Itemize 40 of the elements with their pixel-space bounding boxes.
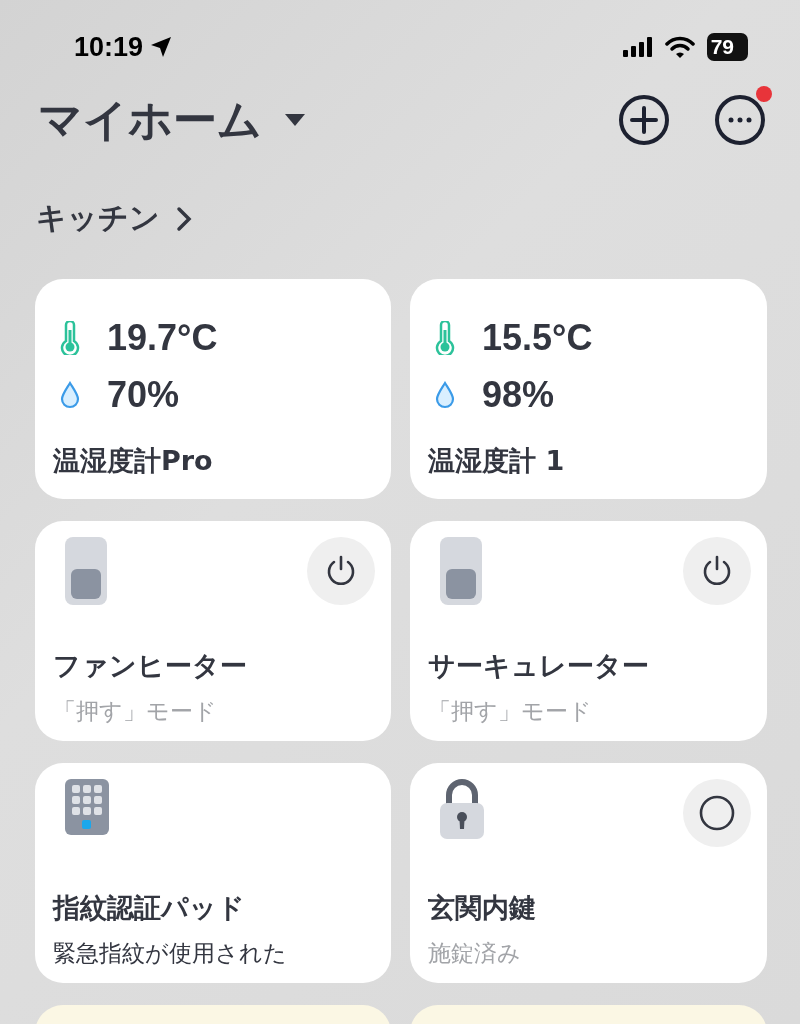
circle-icon (698, 794, 736, 832)
more-icon[interactable] (714, 94, 766, 146)
device-card[interactable]: ファンヒーター 「押す」モード (35, 521, 391, 741)
thermometer-icon (59, 320, 81, 355)
keypad-icon (65, 779, 109, 835)
temperature-reading: 19.7°C (107, 316, 218, 359)
device-card[interactable]: 玄関内鍵 施錠済み (410, 763, 767, 983)
device-card[interactable]: 15.5°C 98% 温湿度計 1 (410, 279, 767, 499)
humidity-reading: 98% (482, 373, 555, 416)
clock-time: 10:19 (74, 31, 144, 63)
device-status: 施錠済み (428, 939, 522, 968)
device-card[interactable]: 19.7°C 70% 温湿度計Pro (35, 279, 391, 499)
signal-icon (622, 37, 653, 57)
toggle-switch-icon (65, 537, 107, 605)
location-arrow-icon (149, 35, 174, 59)
device-status: 緊急指紋が使用された (53, 939, 288, 968)
add-icon[interactable] (618, 94, 670, 146)
temperature-reading: 15.5°C (482, 316, 593, 359)
battery-indicator: 79 (706, 33, 748, 61)
humidity-reading: 70% (107, 373, 180, 416)
padlock-icon (440, 779, 484, 839)
home-selector[interactable]: マイホーム (38, 90, 306, 150)
device-card[interactable]: 指紋認証パッド 緊急指紋が使用された (35, 763, 391, 983)
water-drop-icon (59, 380, 81, 409)
chevron-icon (176, 205, 192, 232)
device-name: サーキュレーター (428, 649, 650, 683)
toggle-switch-icon (440, 537, 482, 605)
device-card[interactable]: サーキュレーター 「押す」モード (410, 521, 767, 741)
device-status: 「押す」モード (53, 697, 218, 726)
room-link[interactable]: キッチン (36, 198, 192, 239)
device-name: 温湿度計 1 (428, 444, 566, 478)
water-drop-icon (434, 380, 456, 409)
device-name: ファンヒーター (53, 649, 248, 683)
caret-icon (284, 113, 306, 127)
wifi-icon (664, 36, 695, 58)
device-name: 指紋認証パッド (53, 891, 246, 925)
device-status: 「押す」モード (428, 697, 593, 726)
device-name: 玄関内鍵 (428, 891, 537, 925)
device-name: 温湿度計Pro (53, 444, 214, 478)
thermometer-icon (434, 320, 456, 355)
